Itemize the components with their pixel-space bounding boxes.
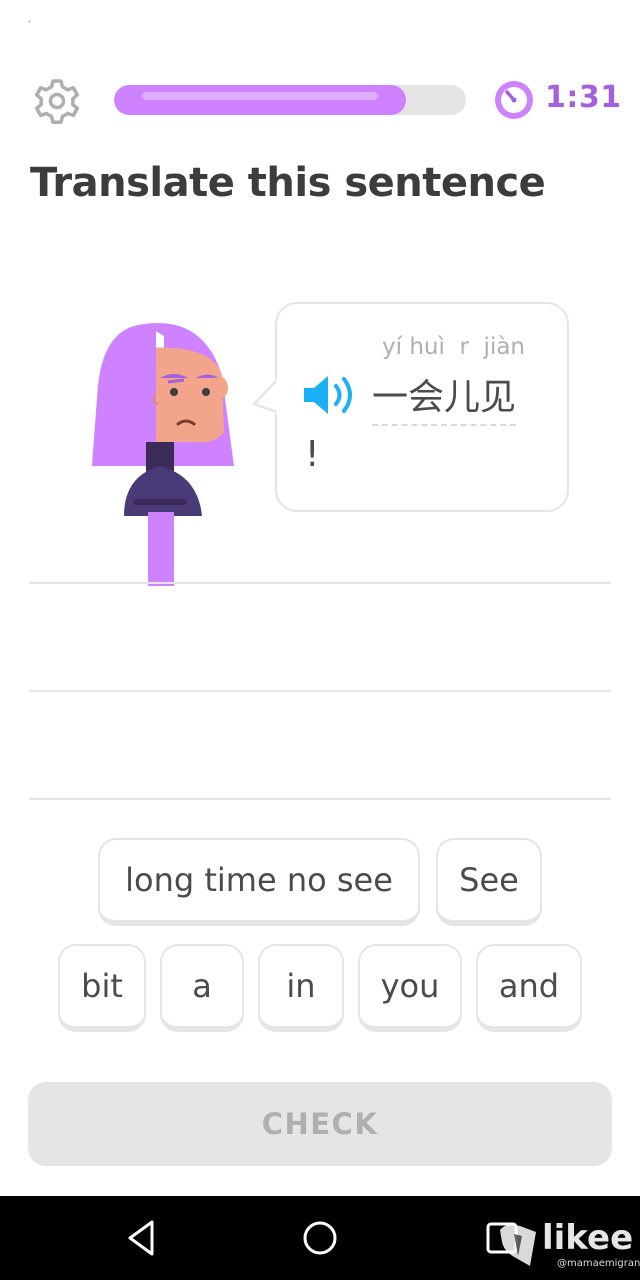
word-chip-bit[interactable]: bit [58,944,146,1032]
watermark-brand: likee [542,1218,634,1258]
progress-fill [114,85,406,115]
home-nav-icon[interactable] [296,1214,344,1262]
answer-line [29,798,611,800]
word-chip-long-time-no-see[interactable]: long time no see [98,838,420,926]
lesson-progress-bar [114,85,466,115]
prompt-hanzi[interactable]: 一会儿见 [372,368,517,426]
progress-shine [142,92,378,100]
answer-line [29,690,611,692]
word-chip-and[interactable]: and [476,944,582,1032]
lily-character-illustration [92,323,234,586]
back-nav-icon[interactable] [118,1214,166,1262]
answer-line [29,582,611,584]
pinyin-text: yí huì r jiàn [382,334,526,360]
word-chip-a[interactable]: a [160,944,244,1032]
timer-icon [495,81,533,119]
prompt-punctuation: ! [305,434,320,475]
check-button[interactable]: CHECK [28,1082,612,1166]
gear-icon[interactable] [32,76,82,126]
page-title: Translate this sentence [30,160,546,206]
timer-text: 1:31 [545,80,622,115]
speech-bubble-tail [252,378,282,414]
word-chip-in[interactable]: in [258,944,344,1032]
watermark-handle: @mamaemigrante [557,1258,640,1269]
speaker-icon[interactable] [300,372,360,418]
word-chip-see[interactable]: See [436,838,542,926]
status-dot [28,20,31,23]
word-chip-you[interactable]: you [358,944,462,1032]
